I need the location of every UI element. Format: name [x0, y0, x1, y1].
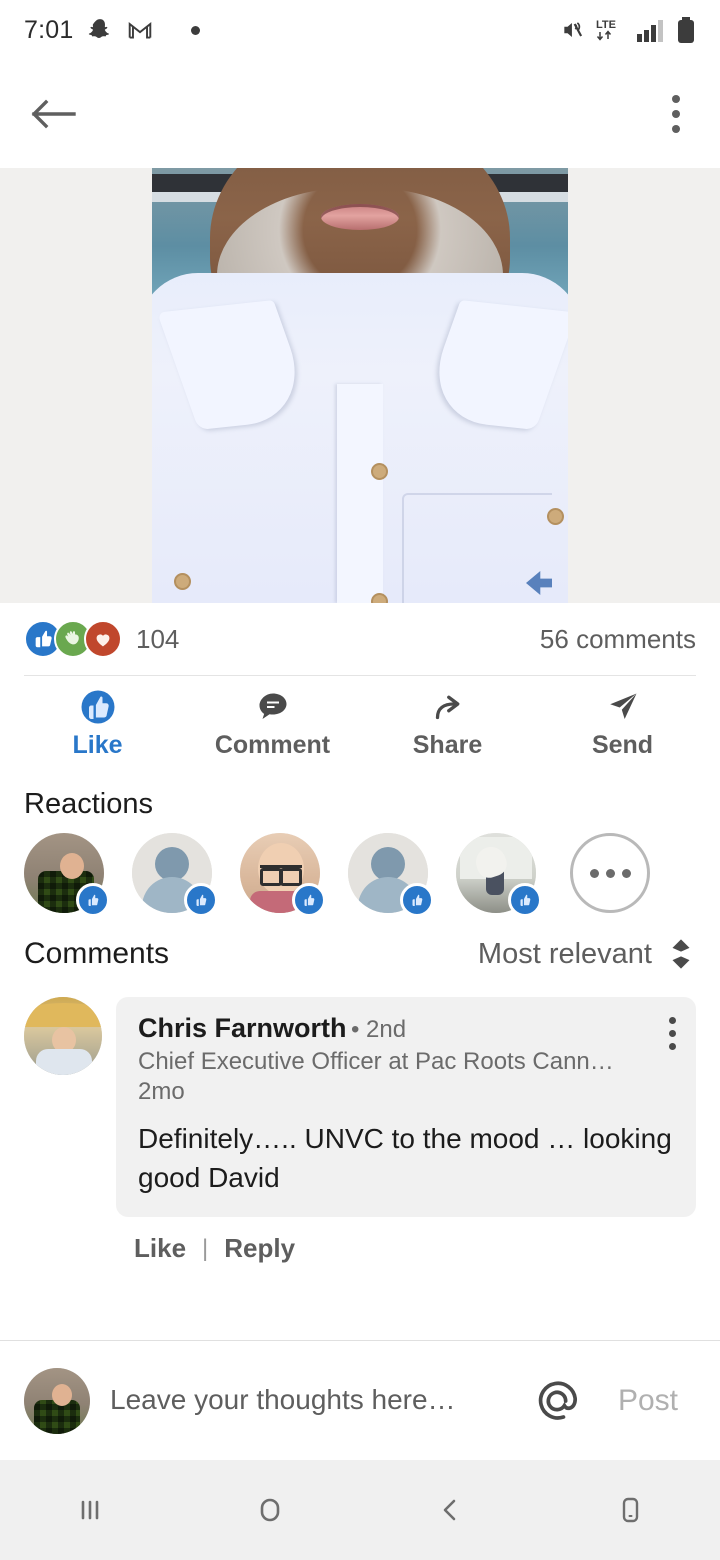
comment-reply-button[interactable]: Reply [224, 1233, 295, 1264]
dot [605, 868, 615, 878]
status-bar-right: LTE [560, 16, 696, 44]
mute-icon [560, 17, 586, 43]
reactor-avatar-4[interactable] [348, 833, 434, 917]
composer-user-avatar[interactable] [24, 1367, 90, 1434]
comment-composer: Leave your thoughts here… Post [0, 1340, 720, 1460]
svg-text:LTE: LTE [596, 19, 616, 31]
reaction-count[interactable]: 104 [136, 624, 179, 655]
comment-author-row: Chris Farnworth • 2nd Chief Executive Of… [138, 1013, 678, 1106]
post-media[interactable] [0, 168, 720, 603]
comment-author-name[interactable]: Chris Farnworth [138, 1013, 347, 1043]
comment-actions: Like | Reply [0, 1217, 720, 1280]
lte-icon: LTE [596, 16, 626, 44]
share-button[interactable]: Share [360, 689, 535, 760]
snapchat-icon [87, 17, 113, 43]
more-reactions-button[interactable] [570, 833, 650, 913]
reactor-avatar-1[interactable] [24, 833, 110, 917]
comment-input[interactable]: Leave your thoughts here… [110, 1382, 506, 1418]
comment-actions-separator: | [202, 1234, 209, 1262]
like-reaction-badge [76, 883, 110, 917]
send-button-label: Send [591, 730, 654, 759]
post-photo[interactable] [152, 168, 568, 603]
gmail-icon [127, 17, 153, 43]
overflow-menu-icon[interactable] [662, 85, 690, 143]
comment-author-degree: • 2nd [350, 1016, 407, 1043]
comment-author-headline: Chief Executive Officer at Pac Roots Can… [138, 1048, 618, 1075]
sort-chevron-icon [666, 937, 696, 971]
reactor-avatar-2[interactable] [132, 833, 218, 917]
home-icon[interactable] [180, 1490, 360, 1530]
like-reaction-badge [400, 883, 434, 917]
status-time: 7:01 [24, 15, 74, 44]
back-arrow-icon[interactable] [30, 94, 76, 134]
reaction-icons[interactable]: 104 [24, 620, 179, 658]
notification-dot [191, 25, 201, 35]
love-reaction-icon [84, 620, 122, 658]
app-bar [0, 60, 720, 168]
reactions-avatar-row [0, 827, 720, 927]
social-counts-row: 104 56 comments [0, 603, 720, 675]
send-button[interactable]: Send [535, 689, 710, 760]
comment-button[interactable]: Comment [185, 689, 360, 760]
recents-icon[interactable] [0, 1490, 180, 1530]
comment-bubble-icon [255, 689, 291, 725]
comment-author-avatar[interactable] [24, 997, 102, 1075]
comment-like-button[interactable]: Like [134, 1233, 186, 1264]
comments-sort-label: Most relevant [477, 937, 652, 970]
comment-button-label: Comment [214, 730, 331, 759]
like-reaction-badge [292, 883, 326, 917]
signal-icon [636, 17, 666, 43]
post-comment-button[interactable]: Post [608, 1384, 696, 1418]
like-reaction-badge [508, 883, 542, 917]
comments-count[interactable]: 56 comments [540, 624, 696, 655]
dot [621, 868, 631, 878]
comments-header: Comments Most relevant [0, 927, 720, 983]
comment-item: Chris Farnworth • 2nd Chief Executive Of… [0, 983, 720, 1218]
like-button-label: Like [72, 730, 123, 759]
comment-author-line: Chris Farnworth • 2nd [138, 1013, 659, 1044]
phone-screen: 7:01 LTE 104 56 comments Like Comment Sh… [0, 0, 720, 1560]
dot [589, 868, 599, 878]
like-button[interactable]: Like [10, 689, 185, 760]
thumbs-up-icon [80, 689, 116, 725]
status-bar: 7:01 LTE [0, 0, 720, 60]
comments-sort-button[interactable]: Most relevant [478, 937, 696, 971]
comment-timestamp: 2mo [138, 1078, 185, 1105]
like-reaction-badge [184, 883, 218, 917]
phone-icon[interactable] [540, 1490, 720, 1530]
comment-overflow-menu-icon[interactable] [659, 1013, 678, 1050]
reactor-avatar-5[interactable] [456, 833, 542, 917]
android-nav-bar [0, 1460, 720, 1560]
share-button-label: Share [412, 730, 483, 759]
share-arrow-icon [430, 689, 466, 725]
send-paper-plane-icon [605, 689, 641, 725]
comment-author-info: Chris Farnworth • 2nd Chief Executive Of… [138, 1013, 659, 1106]
back-icon[interactable] [360, 1490, 540, 1530]
at-mention-icon[interactable] [526, 1370, 588, 1432]
reactions-title: Reactions [24, 788, 153, 820]
comments-title: Comments [24, 937, 170, 970]
comment-bubble: Chris Farnworth • 2nd Chief Executive Of… [116, 997, 696, 1218]
battery-icon [676, 16, 696, 44]
reactor-avatar-3[interactable] [240, 833, 326, 917]
post-action-bar: Like Comment Share Send [0, 676, 720, 772]
comment-body-text: Definitely….. UNVC to the mood … looking… [138, 1123, 672, 1193]
status-bar-left: 7:01 [24, 15, 201, 45]
